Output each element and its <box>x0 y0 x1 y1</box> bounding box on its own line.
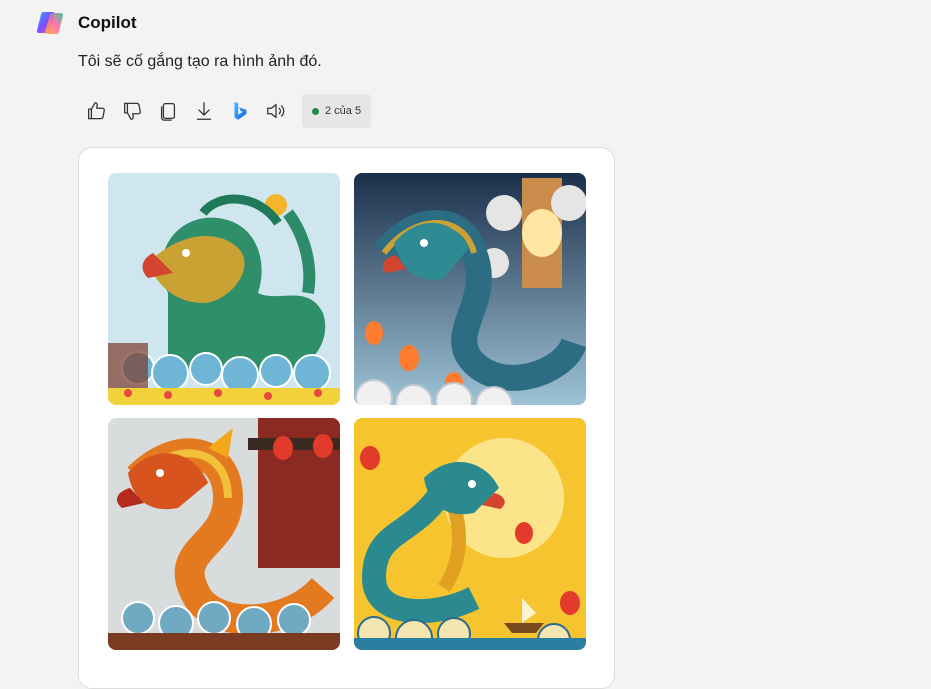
thumbs-down-icon <box>124 102 141 120</box>
dragon-image-icon <box>108 418 340 650</box>
image-results-card <box>78 147 615 689</box>
dragon-image-icon <box>354 418 586 650</box>
speaker-icon <box>267 103 285 119</box>
read-aloud-button[interactable] <box>264 99 288 123</box>
generated-image-1[interactable] <box>108 173 340 405</box>
image-grid <box>108 173 586 651</box>
download-button[interactable] <box>192 99 216 123</box>
sender-name: Copilot <box>78 13 137 32</box>
copy-button[interactable] <box>156 99 180 123</box>
copy-icon <box>160 103 176 121</box>
assistant-message-text: Tôi sẽ cố gắng tạo ra hình ảnh đó. <box>78 53 322 70</box>
generated-image-2[interactable] <box>354 173 586 405</box>
generated-image-4[interactable] <box>354 418 586 650</box>
status-dot-icon <box>312 107 319 115</box>
bing-icon <box>234 101 247 120</box>
dragon-image-icon <box>108 173 340 405</box>
thumbs-down-button[interactable] <box>120 99 144 123</box>
copilot-logo-icon <box>36 11 64 35</box>
dragon-image-icon <box>354 173 586 405</box>
thumbs-up-icon <box>88 102 105 120</box>
thumbs-up-button[interactable] <box>84 99 108 123</box>
download-icon <box>196 102 212 120</box>
message-header: Copilot <box>36 9 137 37</box>
response-counter[interactable]: 2 của 5 <box>302 94 372 128</box>
generated-image-3[interactable] <box>108 418 340 650</box>
response-counter-label: 2 của 5 <box>325 105 362 117</box>
message-actions-toolbar: 2 của 5 <box>84 94 372 128</box>
bing-button[interactable] <box>228 99 252 123</box>
